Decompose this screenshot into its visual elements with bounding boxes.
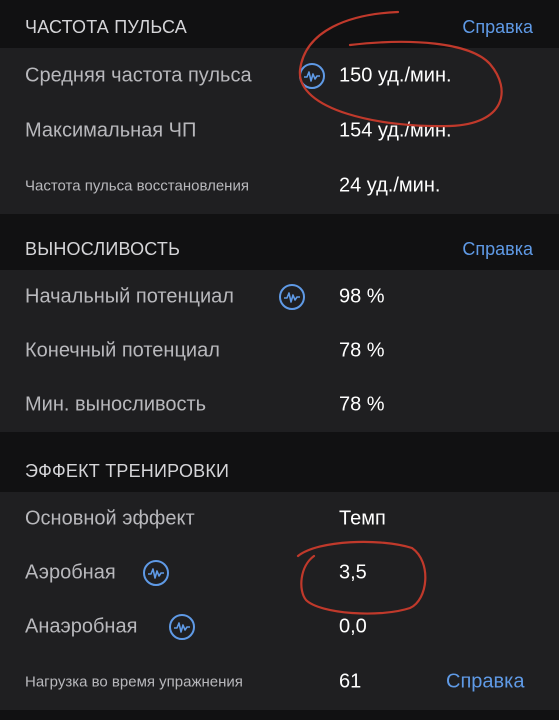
heart-rate-graph-icon[interactable] — [169, 614, 195, 640]
training-effect-section-title: ЭФФЕКТ ТРЕНИРОВКИ — [25, 461, 230, 481]
max-heart-rate-label: Максимальная ЧП — [25, 119, 197, 142]
stamina-section-header: ВЫНОСЛИВОСТЬ Справка — [0, 214, 559, 270]
min-stamina-label: Мин. выносливость — [25, 393, 207, 416]
primary-effect-label: Основной эффект — [25, 507, 195, 530]
heart-rate-help-link[interactable]: Справка — [462, 17, 533, 38]
start-potential-label: Начальный потенциал — [25, 285, 234, 308]
training-effect-section-header: ЭФФЕКТ ТРЕНИРОВКИ — [0, 432, 559, 492]
primary-effect-value: Темп — [339, 507, 386, 530]
aerobic-value: 3,5 — [339, 561, 367, 584]
heart-rate-graph-icon[interactable] — [143, 560, 169, 586]
max-heart-rate-value: 154 уд./мин. — [339, 119, 452, 142]
avg-heart-rate-row[interactable]: Средняя частота пульса 150 уд./мин. — [0, 48, 559, 104]
heart-rate-card: Средняя частота пульса 150 уд./мин. Макс… — [0, 48, 559, 214]
min-stamina-row[interactable]: Мин. выносливость 78 % — [0, 378, 559, 432]
training-effect-card: Основной эффект Темп Аэробная 3,5 Анаэро… — [0, 492, 559, 710]
recovery-heart-rate-label: Частота пульса восстановления — [25, 177, 249, 195]
aerobic-row[interactable]: Аэробная 3,5 — [0, 546, 559, 600]
avg-heart-rate-label: Средняя частота пульса — [25, 64, 252, 87]
min-stamina-value: 78 % — [339, 393, 385, 416]
primary-effect-row[interactable]: Основной эффект Темп — [0, 492, 559, 546]
max-heart-rate-row[interactable]: Максимальная ЧП 154 уд./мин. — [0, 104, 559, 158]
recovery-heart-rate-value: 24 уд./мин. — [339, 174, 441, 197]
exercise-load-help-link[interactable]: Справка — [446, 671, 524, 694]
heart-rate-section-title: ЧАСТОТА ПУЛЬСА — [25, 17, 188, 37]
recovery-heart-rate-row[interactable]: Частота пульса восстановления 24 уд./мин… — [0, 158, 559, 214]
aerobic-label: Аэробная — [25, 561, 116, 584]
heart-rate-graph-icon[interactable] — [299, 63, 325, 89]
exercise-load-row[interactable]: Нагрузка во время упражнения 61 Справка — [0, 654, 559, 710]
heart-rate-section-header: ЧАСТОТА ПУЛЬСА Справка — [0, 0, 559, 48]
anaerobic-row[interactable]: Анаэробная 0,0 — [0, 600, 559, 654]
start-potential-row[interactable]: Начальный потенциал 98 % — [0, 270, 559, 324]
end-potential-row[interactable]: Конечный потенциал 78 % — [0, 324, 559, 378]
exercise-load-label: Нагрузка во время упражнения — [25, 673, 243, 691]
stamina-help-link[interactable]: Справка — [462, 239, 533, 260]
start-potential-value: 98 % — [339, 285, 385, 308]
end-potential-value: 78 % — [339, 339, 385, 362]
heart-rate-graph-icon[interactable] — [279, 284, 305, 310]
anaerobic-value: 0,0 — [339, 615, 367, 638]
anaerobic-label: Анаэробная — [25, 615, 138, 638]
stamina-card: Начальный потенциал 98 % Конечный потенц… — [0, 270, 559, 432]
stamina-section-title: ВЫНОСЛИВОСТЬ — [25, 239, 181, 259]
avg-heart-rate-value: 150 уд./мин. — [339, 64, 452, 87]
exercise-load-value: 61 — [339, 670, 362, 693]
end-potential-label: Конечный потенциал — [25, 339, 220, 362]
